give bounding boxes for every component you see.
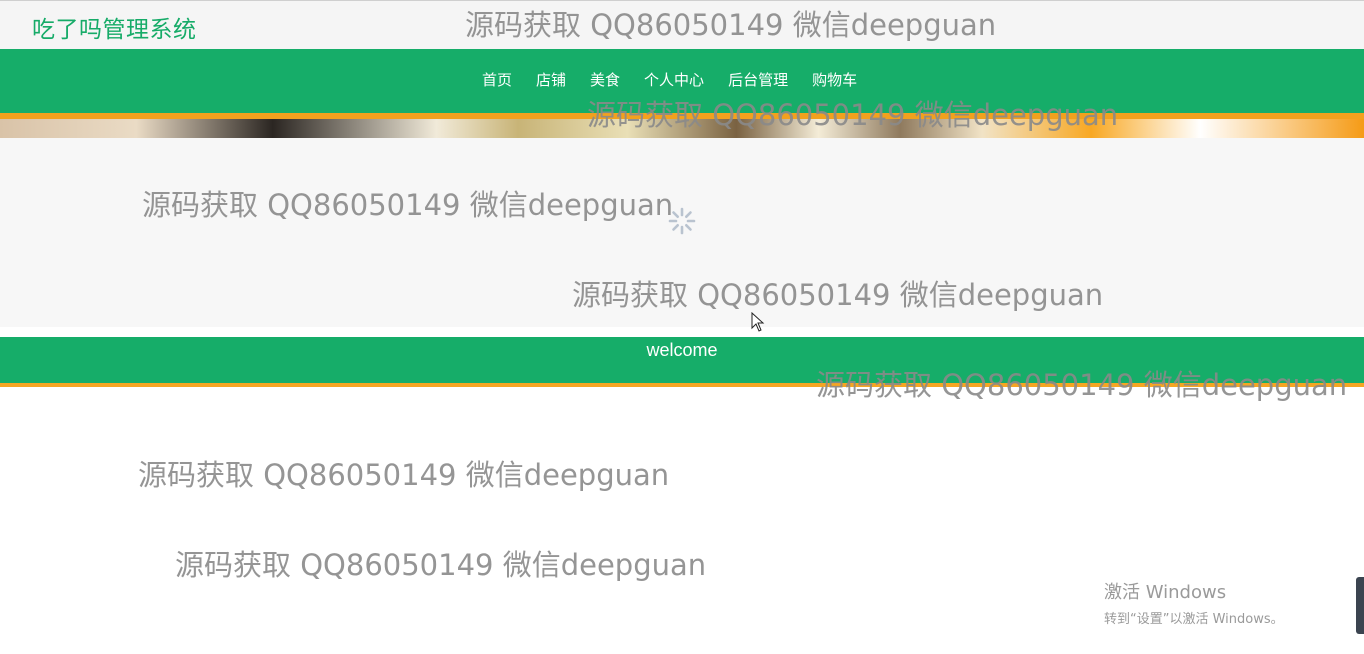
- welcome-text: welcome: [646, 340, 718, 360]
- main-navbar: 首页 店铺 美食 个人中心 后台管理 购物车: [0, 49, 1364, 113]
- nav-item-cart[interactable]: 购物车: [800, 69, 869, 90]
- watermark-text: 源码获取 QQ86050149 微信deepguan: [138, 458, 670, 492]
- mouse-cursor-icon: [751, 312, 765, 332]
- loading-spinner-icon: [668, 207, 696, 235]
- nav-item-admin[interactable]: 后台管理: [716, 69, 800, 90]
- top-header: 吃了吗管理系统: [0, 0, 1364, 49]
- nav-item-shops[interactable]: 店铺: [524, 69, 578, 90]
- windows-activation-notice: 激活 Windows 转到“设置”以激活 Windows。: [1104, 578, 1284, 627]
- activation-subtitle: 转到“设置”以激活 Windows。: [1104, 612, 1284, 627]
- side-floating-widget[interactable]: [1356, 577, 1364, 634]
- nav-list: 首页 店铺 美食 个人中心 后台管理 购物车: [470, 69, 869, 90]
- welcome-bar: welcome: [0, 337, 1364, 387]
- site-title[interactable]: 吃了吗管理系统: [32, 10, 197, 44]
- watermark-text: 源码获取 QQ86050149 微信deepguan: [175, 548, 707, 582]
- banner-image-strip: [0, 113, 1364, 138]
- nav-item-profile[interactable]: 个人中心: [632, 69, 716, 90]
- nav-item-home[interactable]: 首页: [470, 69, 524, 90]
- nav-item-food[interactable]: 美食: [578, 69, 632, 90]
- activation-title: 激活 Windows: [1104, 582, 1227, 603]
